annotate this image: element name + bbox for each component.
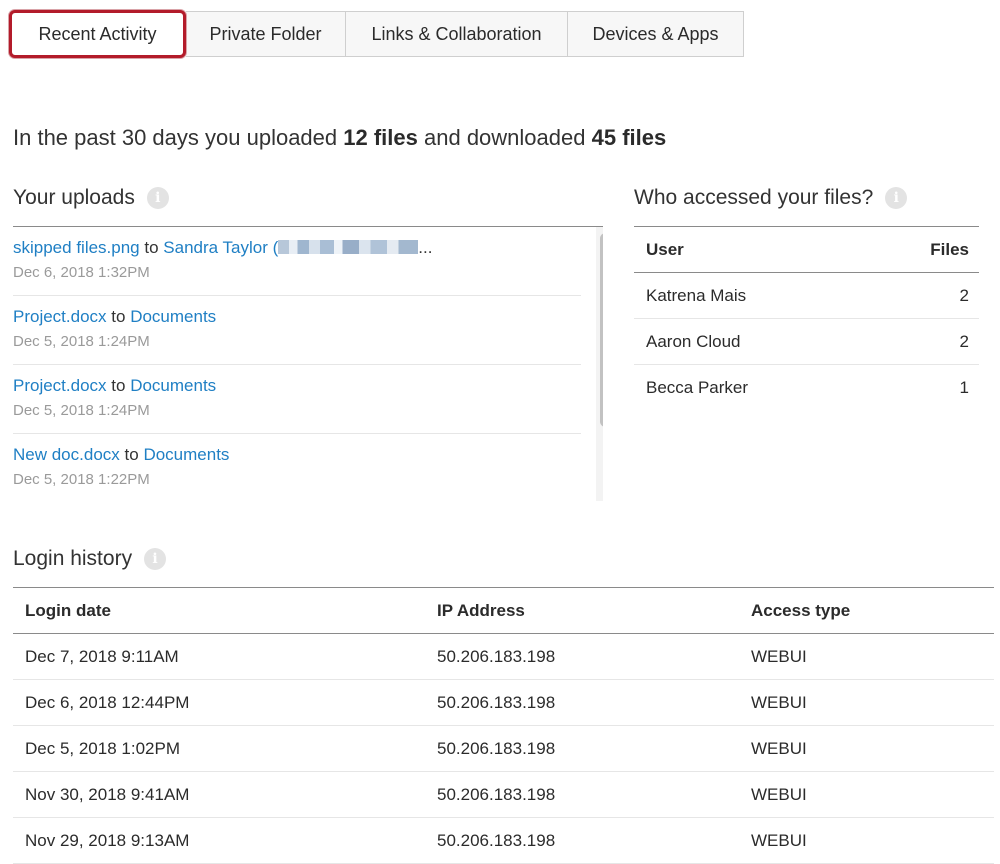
login-date: Nov 29, 2018 9:13AM — [25, 831, 190, 850]
access-type: WEBUI — [751, 693, 807, 712]
file-count: 2 — [959, 286, 969, 305]
user-name: Becca Parker — [646, 378, 749, 397]
info-icon[interactable]: i — [146, 187, 169, 209]
activity-summary: In the past 30 days you uploaded 12 file… — [13, 125, 666, 151]
redacted-email — [278, 240, 419, 254]
table-row: Dec 5, 2018 1:02PM 50.206.183.198 WEBUI — [13, 726, 994, 772]
table-header: Login date IP Address Access type — [13, 588, 994, 634]
access-title: Who accessed your files? i — [634, 186, 908, 210]
access-table: User Files Katrena Mais 2 Aaron Cloud 2 … — [634, 226, 979, 410]
table-row: Dec 6, 2018 12:44PM 50.206.183.198 WEBUI — [13, 680, 994, 726]
list-item: Project.docx to Documents Dec 5, 2018 1:… — [13, 365, 581, 434]
destination-name: Sandra Taylor ( — [163, 238, 279, 257]
upload-to-text: to — [144, 238, 159, 257]
upload-to-text: to — [111, 307, 126, 326]
upload-date: Dec 5, 2018 1:22PM — [13, 471, 150, 488]
login-history-title: Login history i — [13, 547, 167, 571]
login-date-header: Login date — [25, 601, 111, 620]
table-row: Aaron Cloud 2 — [634, 319, 979, 365]
upload-to-text: to — [124, 445, 139, 464]
table-row: Nov 29, 2018 9:13AM 50.206.183.198 WEBUI — [13, 818, 994, 864]
table-row: Katrena Mais 2 — [634, 273, 979, 319]
ip-address: 50.206.183.198 — [437, 693, 556, 712]
upload-file-link[interactable]: skipped files.png — [13, 238, 140, 257]
info-icon[interactable]: i — [885, 187, 908, 209]
access-type: WEBUI — [751, 831, 807, 850]
list-item: New doc.docx to Documents Dec 5, 2018 1:… — [13, 434, 581, 501]
upload-file-link[interactable]: New doc.docx — [13, 445, 120, 464]
list-item: skipped files.png to Sandra Taylor (... … — [13, 227, 581, 296]
upload-destination-link[interactable]: Documents — [130, 307, 216, 326]
user-name: Katrena Mais — [646, 286, 747, 305]
ip-address: 50.206.183.198 — [437, 785, 556, 804]
access-type: WEBUI — [751, 785, 807, 804]
file-count: 1 — [959, 378, 969, 397]
user-column-header: User — [646, 240, 684, 259]
access-type-header: Access type — [751, 601, 851, 620]
ip-address: 50.206.183.198 — [437, 831, 556, 850]
upload-date: Dec 5, 2018 1:24PM — [13, 333, 150, 350]
login-date: Dec 5, 2018 1:02PM — [25, 739, 180, 758]
upload-date: Dec 5, 2018 1:24PM — [13, 402, 150, 419]
file-count: 2 — [959, 332, 969, 351]
table-row: Nov 30, 2018 9:41AM 50.206.183.198 WEBUI — [13, 772, 994, 818]
uploads-title: Your uploads i — [13, 186, 169, 210]
ip-address-header: IP Address — [437, 601, 525, 620]
uploaded-count: 12 files — [343, 125, 418, 150]
table-row: Becca Parker 1 — [634, 365, 979, 410]
files-column-header: Files — [930, 240, 969, 259]
upload-destination-link[interactable]: Documents — [143, 445, 229, 464]
login-date: Dec 6, 2018 12:44PM — [25, 693, 190, 712]
login-date: Dec 7, 2018 9:11AM — [25, 647, 179, 666]
upload-destination-link[interactable]: Sandra Taylor (... — [163, 238, 432, 257]
login-history-table: Login date IP Address Access type Dec 7,… — [13, 587, 994, 864]
tab-private-folder[interactable]: Private Folder — [186, 11, 346, 57]
upload-file-link[interactable]: Project.docx — [13, 307, 107, 326]
tab-recent-activity[interactable]: Recent Activity — [9, 10, 186, 58]
downloaded-count: 45 files — [591, 125, 667, 150]
tab-bar: Recent Activity Private Folder Links & C… — [9, 10, 744, 58]
access-type: WEBUI — [751, 739, 807, 758]
login-date: Nov 30, 2018 9:41AM — [25, 785, 190, 804]
ip-address: 50.206.183.198 — [437, 739, 556, 758]
list-item: Project.docx to Documents Dec 5, 2018 1:… — [13, 296, 581, 365]
table-header: User Files — [634, 227, 979, 273]
access-title-text: Who accessed your files? — [634, 186, 874, 209]
ip-address: 50.206.183.198 — [437, 647, 556, 666]
tab-devices-apps[interactable]: Devices & Apps — [568, 11, 744, 57]
uploads-title-text: Your uploads — [13, 186, 135, 209]
upload-destination-link[interactable]: Documents — [130, 376, 216, 395]
table-row: Dec 7, 2018 9:11AM 50.206.183.198 WEBUI — [13, 634, 994, 680]
uploads-scrollbar-thumb[interactable] — [600, 233, 603, 427]
destination-ellipsis: ... — [418, 238, 433, 257]
access-type: WEBUI — [751, 647, 807, 666]
upload-file-link[interactable]: Project.docx — [13, 376, 107, 395]
upload-to-text: to — [111, 376, 126, 395]
info-icon[interactable]: i — [144, 548, 167, 570]
user-name: Aaron Cloud — [646, 332, 741, 351]
tab-links-collaboration[interactable]: Links & Collaboration — [346, 11, 568, 57]
summary-prefix: In the past 30 days you uploaded — [13, 125, 338, 150]
login-history-title-text: Login history — [13, 547, 133, 570]
uploads-list[interactable]: skipped files.png to Sandra Taylor (... … — [13, 226, 603, 501]
summary-middle: and downloaded — [424, 125, 586, 150]
upload-date: Dec 6, 2018 1:32PM — [13, 264, 150, 281]
